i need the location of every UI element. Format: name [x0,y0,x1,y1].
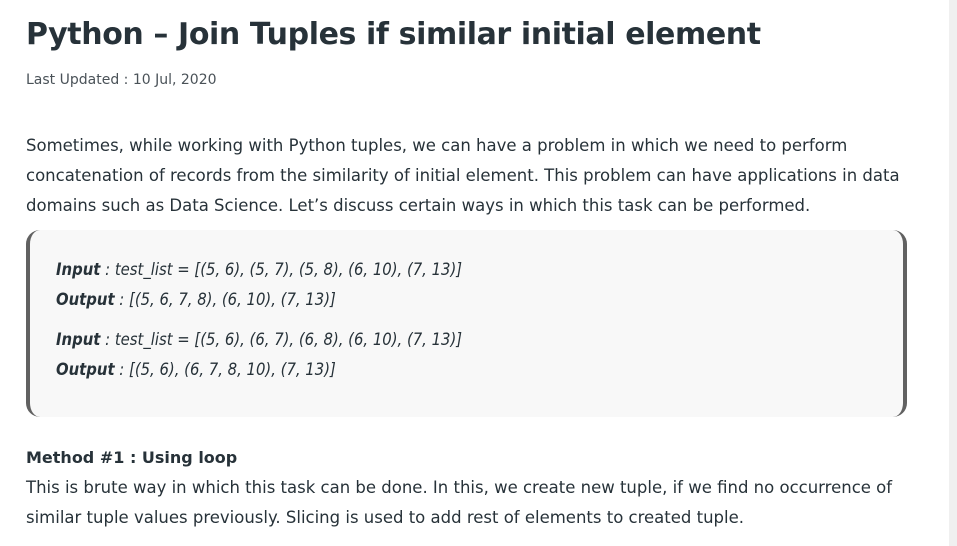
example-line-input-2: Input : test_list = [(5, 6), (6, 7), (6,… [56,325,462,355]
example-line-output-1: Output : [(5, 6, 7, 8), (6, 10), (7, 13)… [56,285,336,315]
intro-paragraph: Sometimes, while working with Python tup… [26,136,900,215]
example-block: Input : test_list = [(5, 6), (5, 7), (5,… [26,230,907,417]
example-label: Output [56,360,115,379]
example-separator: : [100,330,115,349]
method-heading: Method #1 : Using loop [26,448,238,467]
last-updated: Last Updated : 10 Jul, 2020 [26,72,217,88]
example-label: Input [56,260,101,279]
example-line-input-1: Input : test_list = [(5, 6), (5, 7), (5,… [56,255,462,285]
example-value: test_list = [(5, 6), (6, 7), (6, 8), (6,… [114,330,463,349]
example-value: [(5, 6), (6, 7, 8, 10), (7, 13)] [129,360,336,379]
example-label: Input [56,330,101,349]
example-label: Output [56,290,115,309]
example-separator: : [114,290,130,309]
example-separator: : [100,260,115,279]
article-title: Python – Join Tuples if similar initial … [26,17,761,52]
example-separator: : [114,360,130,379]
example-value: [(5, 6, 7, 8), (6, 10), (7, 13)] [129,290,336,309]
example-value: test_list = [(5, 6), (5, 7), (5, 8), (6,… [114,260,463,279]
method-description: This is brute way in which this task can… [26,478,893,527]
scrollbar-track[interactable] [949,0,957,546]
example-line-output-2: Output : [(5, 6), (6, 7, 8, 10), (7, 13)… [56,355,336,385]
